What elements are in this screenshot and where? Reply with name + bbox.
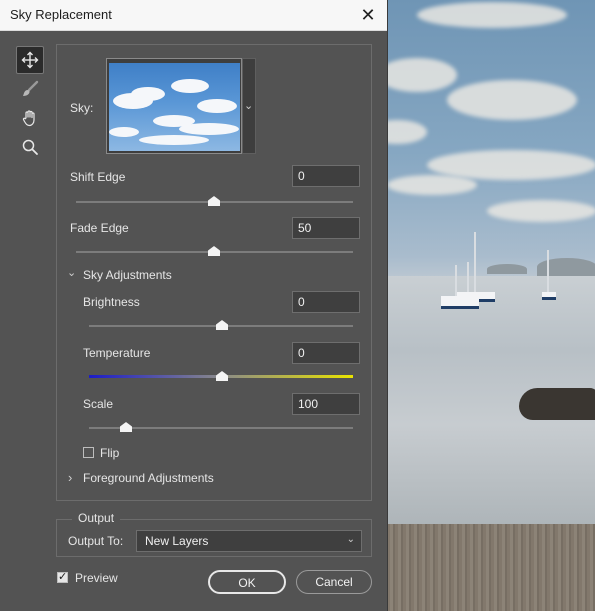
chevron-down-icon: ⌄ bbox=[346, 534, 355, 545]
hand-icon bbox=[22, 110, 35, 127]
dialog-title: Sky Replacement bbox=[10, 7, 112, 22]
background-photo bbox=[387, 0, 595, 611]
chevron-down-icon: ⌄ bbox=[244, 100, 254, 112]
hand-tool-button[interactable] bbox=[16, 104, 44, 132]
zoom-tool-button[interactable] bbox=[16, 133, 44, 161]
move-tool-button[interactable] bbox=[16, 46, 44, 74]
preview-label: Preview bbox=[75, 571, 118, 585]
flip-label: Flip bbox=[100, 446, 120, 460]
brightness-label: Brightness bbox=[83, 295, 140, 309]
chevron-down-icon[interactable]: ⌄ bbox=[67, 266, 76, 279]
rock bbox=[519, 388, 595, 420]
chevron-right-icon[interactable]: › bbox=[68, 470, 72, 485]
boat bbox=[441, 296, 479, 309]
sky-preset-thumbnail[interactable] bbox=[106, 58, 242, 154]
shift-edge-label: Shift Edge bbox=[70, 170, 126, 184]
foreground-adjustments-header[interactable]: Foreground Adjustments bbox=[83, 471, 214, 485]
sky-preset-dropdown[interactable]: ⌄ bbox=[242, 58, 256, 154]
title-bar: Sky Replacement ✕ bbox=[0, 0, 387, 31]
zoom-icon bbox=[22, 139, 38, 155]
fade-edge-label: Fade Edge bbox=[70, 221, 129, 235]
scale-label: Scale bbox=[83, 397, 114, 411]
move-icon bbox=[21, 51, 39, 69]
beach bbox=[387, 524, 595, 611]
sky-adjustments-header[interactable]: Sky Adjustments bbox=[83, 268, 172, 282]
output-to-value: New Layers bbox=[145, 534, 209, 548]
shift-edge-input[interactable]: 0 bbox=[292, 165, 360, 187]
output-group-label: Output bbox=[72, 511, 121, 525]
cancel-button[interactable]: Cancel bbox=[296, 570, 372, 594]
sky-label: Sky: bbox=[70, 101, 94, 115]
tool-panel bbox=[16, 46, 44, 162]
sky-replacement-dialog: Sky Replacement ✕ Sky: ⌄ Shift Edge 0 Fa… bbox=[0, 0, 388, 611]
output-to-select[interactable]: New Layers ⌄ bbox=[136, 530, 362, 552]
scale-input[interactable]: 100 bbox=[292, 393, 360, 415]
close-icon[interactable]: ✕ bbox=[357, 4, 379, 26]
temperature-label: Temperature bbox=[83, 346, 151, 360]
settings-panel: Sky: ⌄ Shift Edge 0 Fade Edge 50 ⌄ Sky A… bbox=[56, 44, 372, 501]
brightness-input[interactable]: 0 bbox=[292, 291, 360, 313]
preview-checkbox[interactable] bbox=[57, 570, 68, 583]
brush-tool-button[interactable] bbox=[16, 75, 44, 103]
ok-button[interactable]: OK bbox=[208, 570, 286, 594]
temperature-input[interactable]: 0 bbox=[292, 342, 360, 364]
fade-edge-input[interactable]: 50 bbox=[292, 217, 360, 239]
brush-icon bbox=[23, 80, 39, 96]
output-to-label: Output To: bbox=[68, 534, 124, 548]
flip-checkbox[interactable] bbox=[83, 447, 94, 458]
